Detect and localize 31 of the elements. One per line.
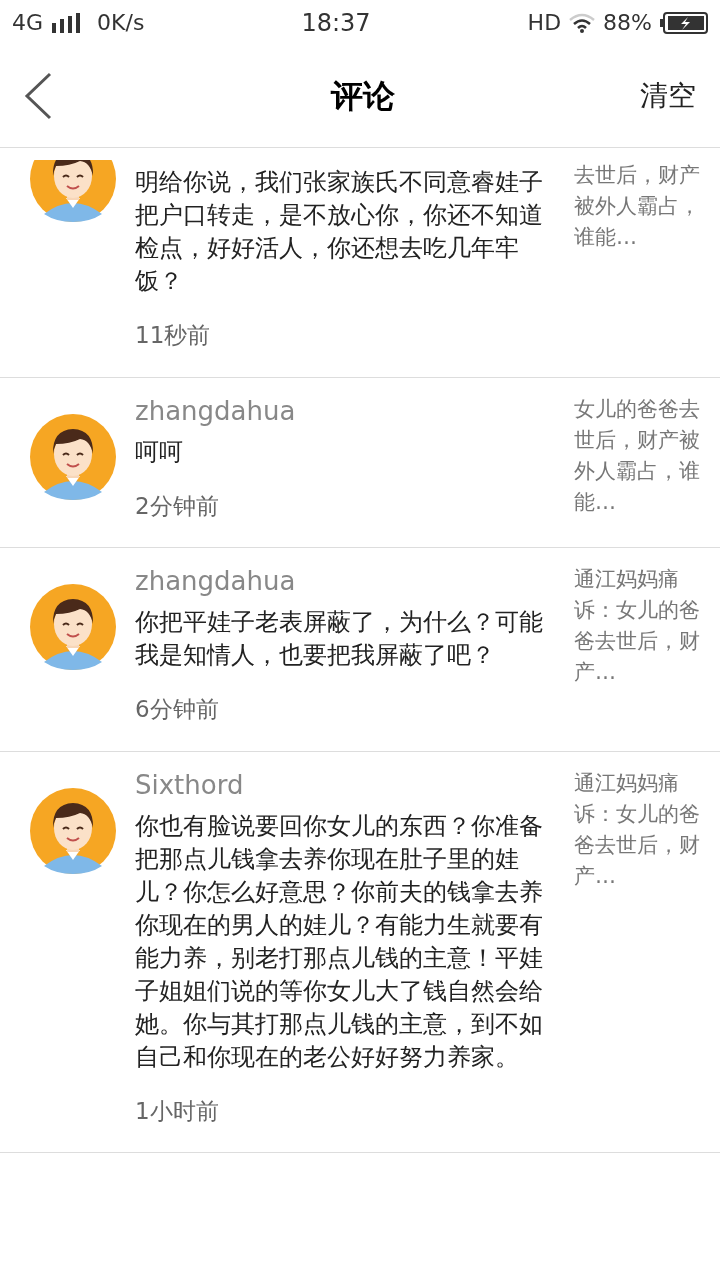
clock: 18:37 xyxy=(301,7,371,39)
comment-text: 呵呵 xyxy=(135,436,184,468)
signal-icon xyxy=(51,12,82,33)
username[interactable]: zhangdahua xyxy=(135,564,550,598)
comment-text: 你把平娃子老表屏蔽了，为什么？可能我是知情人，也要把我屏蔽了吧？ xyxy=(135,607,544,671)
article-snippet[interactable]: 通江妈妈痛诉：女儿的爸爸去世后，财产… xyxy=(574,564,704,727)
article-snippet[interactable]: 女儿的爸爸去世后，财产被外人霸占，谁能… xyxy=(574,393,704,523)
hd-indicator: HD xyxy=(527,9,562,37)
back-icon xyxy=(24,72,52,120)
network-type: 4G xyxy=(12,9,44,37)
avatar-icon xyxy=(30,413,116,500)
comment-time: 1小时前 xyxy=(135,1096,220,1126)
article-snippet[interactable]: 去世后，财产被外人霸占，谁能… xyxy=(574,160,704,353)
page-title: 评论 xyxy=(331,76,395,117)
avatar-icon xyxy=(30,584,116,670)
comment-text: 你也有脸说要回你女儿的东西？你准备把那点儿钱拿去养你现在肚子里的娃儿？你怎么好意思？你前夫的钱拿去养你现在的男人的娃儿？有能力生就要有能力养，别老打那点儿钱的主意！平娃子姐姐们说的等你女儿大了钱自然会给她。你与其打那点儿钱的主意，到不如自己和你现在的老公好好努力养家。 xyxy=(135,810,544,1073)
username[interactable]: zhangdahua xyxy=(135,393,550,428)
battery-charging-icon xyxy=(660,11,708,34)
network-speed: 0K/s xyxy=(97,9,145,37)
comment-time: 6分钟前 xyxy=(135,695,220,724)
comment-time: 11秒前 xyxy=(135,321,212,350)
article-snippet[interactable]: 通江妈妈痛诉：女儿的爸爸去世后，财产… xyxy=(574,767,704,1128)
clear-button[interactable]: 清空 xyxy=(640,75,696,117)
username[interactable]: Sixthord xyxy=(135,767,550,802)
comment-time: 2分钟前 xyxy=(135,491,220,521)
avatar-icon xyxy=(30,787,116,874)
avatar-icon xyxy=(30,160,116,222)
back-button[interactable] xyxy=(24,71,54,121)
battery-percent: 88% xyxy=(603,9,652,37)
comment-text: 明给你说，我们张家族氏不同意睿娃子把户口转走，是不放心你，你还不知道检点，好好活人，你还想去吃几年牢饭？ xyxy=(135,167,544,297)
wifi-icon xyxy=(569,12,596,33)
